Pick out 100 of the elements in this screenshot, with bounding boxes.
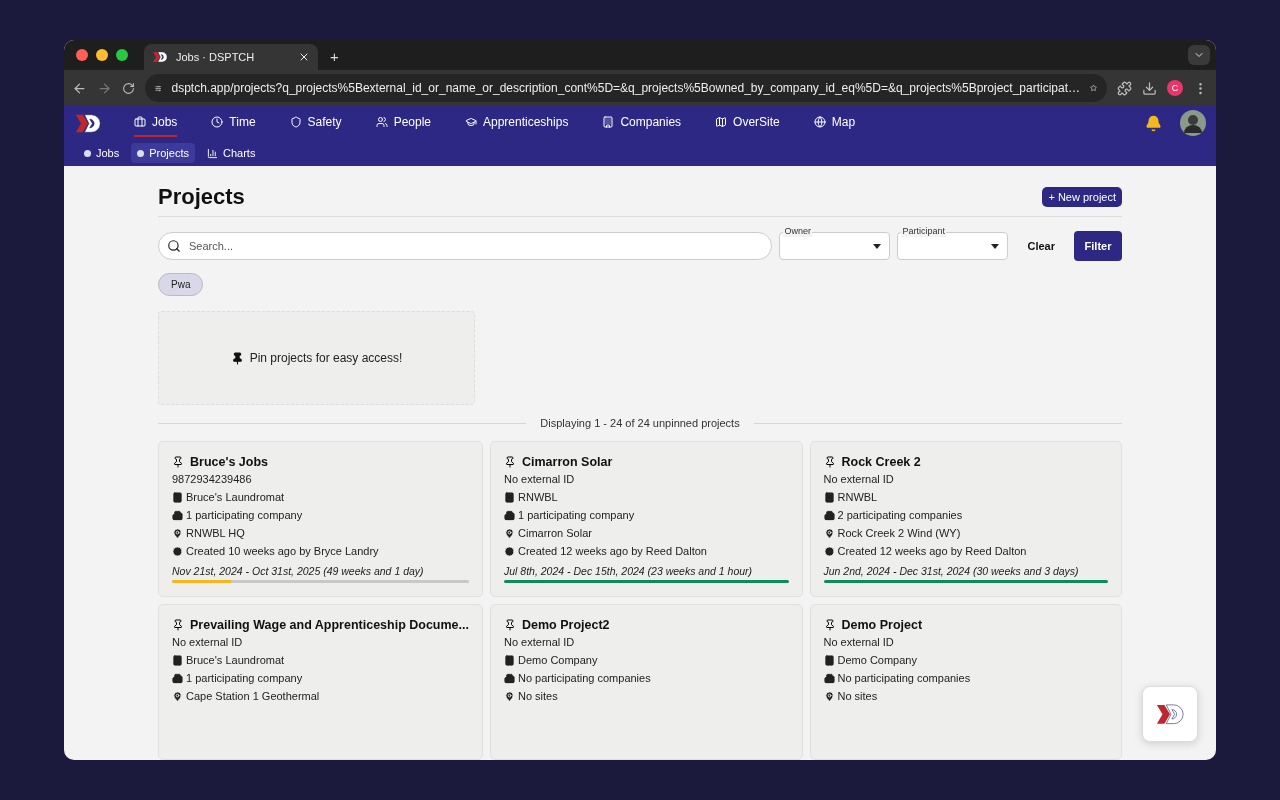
subnav-tab[interactable]: Charts [201, 143, 262, 163]
nav-tab[interactable]: Map [813, 109, 856, 137]
clear-button[interactable]: Clear [1015, 232, 1067, 260]
company-text: Demo Company [837, 653, 917, 668]
dot-icon [84, 149, 91, 157]
location-pin-icon [504, 691, 515, 702]
project-card[interactable]: Prevailing Wage and Apprenticeship Docume... No external ID Bruce's Laundromat 1 participating company Cape Station 1 Geothermal [158, 604, 483, 760]
download-icon[interactable] [1142, 80, 1157, 96]
external-id-text: 9872934239486 [172, 472, 253, 487]
tag-chip[interactable]: Pwa [158, 273, 204, 296]
pin-icon[interactable] [504, 619, 516, 631]
subnav-tab[interactable]: Projects [131, 143, 195, 163]
project-name: Cimarron Solar [522, 455, 613, 469]
nav-tab[interactable]: OverSite [715, 109, 780, 137]
site-text: No sites [518, 689, 558, 704]
participants-text: No participating companies [837, 671, 971, 686]
external-id-text: No external ID [823, 472, 895, 487]
project-name: Rock Creek 2 [841, 455, 921, 469]
company-text: Demo Company [518, 653, 598, 668]
notification-bell-icon[interactable] [1145, 114, 1162, 132]
project-card[interactable]: Rock Creek 2 No external ID RNWBL 2 participating companies Rock Creek 2 Wind (WY) Created 12 weeks ago by Reed Dalton Jun 2nd, 2024 - Dec 31st, 2024 (30 weeks and 3 days) [809, 441, 1122, 597]
briefcase-icon [134, 116, 146, 128]
tab-search-button[interactable] [1188, 45, 1210, 65]
participants-text: 1 participating company [186, 671, 303, 686]
pin-icon[interactable] [504, 456, 516, 468]
participants-text: 2 participating companies [837, 508, 963, 523]
nav-tab[interactable]: Companies [602, 109, 682, 137]
pin-icon[interactable] [823, 456, 836, 468]
close-icon[interactable] [298, 51, 310, 63]
location-pin-icon [504, 528, 515, 539]
pin-icon[interactable] [172, 456, 184, 468]
pin-icon[interactable] [172, 619, 184, 631]
field-label: Owner [783, 226, 812, 237]
location-pin-icon [823, 528, 835, 539]
nav-tab[interactable]: Safety [289, 109, 342, 137]
search-icon [167, 239, 181, 253]
project-card[interactable]: Cimarron Solar No external ID RNWBL 1 participating company Cimarron Solar Created 12 weeks ago by Reed Dalton Jul 8th, 2024 - Dec 15th, 2024 (23 weeks and 1 hour) [490, 441, 803, 597]
date-range-text: Jul 8th, 2024 - Dec 15th, 2024 (23 weeks and 1 hour) [504, 565, 754, 577]
created-text: Created 12 weeks ago by Reed Dalton [518, 544, 707, 559]
site-text: RNWBL HQ [186, 526, 245, 541]
external-id-text: No external ID [504, 635, 576, 650]
location-pin-icon [172, 691, 183, 702]
created-text: Created 10 weeks ago by Bryce Landry [186, 544, 379, 559]
user-avatar[interactable] [1180, 110, 1206, 136]
site-text: No sites [837, 689, 878, 704]
people-icon [375, 116, 388, 128]
site-text: Cape Station 1 Geothermal [186, 689, 320, 704]
participants-text: No participating companies [518, 671, 651, 686]
date-range-text: Jun 2nd, 2024 - Dec 31st, 2024 (30 weeks and 3 days) [823, 565, 1080, 577]
external-id-text: No external ID [172, 635, 244, 650]
project-card[interactable]: Demo Project2 No external ID Demo Company No participating companies No sites [490, 604, 803, 760]
nav-tab[interactable]: Apprenticeships [465, 109, 569, 137]
company-text: Bruce's Laundromat [186, 490, 285, 505]
pin-icon [230, 351, 244, 365]
company-text: RNWBL [837, 490, 878, 505]
back-icon[interactable] [72, 80, 87, 96]
profile-avatar[interactable]: C [1167, 80, 1183, 96]
globe-icon [813, 116, 826, 128]
search-field[interactable]: Search... [158, 232, 773, 260]
subnav-tab[interactable]: Jobs [78, 143, 126, 163]
extensions-icon[interactable] [1117, 80, 1132, 96]
forward-icon[interactable] [97, 80, 112, 96]
graduation-cap-icon [465, 116, 477, 128]
bar-chart-icon [207, 147, 218, 159]
new-tab-button[interactable]: + [330, 44, 339, 70]
company-text: RNWBL [518, 490, 558, 505]
nav-tab[interactable]: Jobs [134, 109, 178, 137]
project-name: Demo Project2 [522, 618, 610, 632]
dsptch-logo-icon [1155, 702, 1185, 726]
map-icon [715, 116, 728, 128]
pin-hint-text: Pin projects for easy access! [249, 351, 403, 365]
dot-icon [137, 149, 145, 157]
filter-button[interactable]: Filter [1074, 231, 1122, 261]
page-title: Projects [158, 184, 245, 210]
participants-text: 1 participating company [186, 508, 303, 523]
project-card[interactable]: Demo Project No external ID Demo Company No participating companies No sites [809, 604, 1122, 760]
project-name: Demo Project [841, 618, 923, 632]
zoom-window-icon[interactable] [116, 49, 128, 61]
reload-icon[interactable] [122, 81, 135, 95]
created-text: Created 12 weeks ago by Reed Dalton [837, 544, 1027, 559]
shield-icon [289, 116, 302, 128]
nav-tab[interactable]: People [375, 109, 431, 137]
tab-logo-icon [152, 51, 168, 63]
minimize-window-icon[interactable] [96, 49, 108, 61]
project-card[interactable]: Bruce's Jobs 9872934239486 Bruce's Laundromat 1 participating company RNWBL HQ Created 10 weeks ago by Bryce Landry Nov 21st, 2024 - Oct 31st, 2025 (49 weeks and 1 day) [158, 441, 483, 597]
dsptch-widget-button[interactable] [1142, 686, 1198, 742]
site-text: Rock Creek 2 Wind (WY) [837, 526, 961, 541]
pin-icon[interactable] [823, 619, 836, 631]
external-id-text: No external ID [504, 472, 576, 487]
company-text: Bruce's Laundromat [186, 653, 285, 668]
project-name: Prevailing Wage and Apprenticeship Docume... [190, 618, 469, 632]
caret-icon [873, 243, 882, 249]
participants-text: 1 participating company [518, 508, 635, 523]
nav-tab[interactable]: Time [211, 109, 256, 137]
browser-tab[interactable]: Jobs · DSPTCH [144, 44, 318, 70]
new-project-button[interactable]: + New project [1042, 187, 1122, 207]
address-bar[interactable]: dsptch.app/projects?q_projects%5Bexternal_id_or_name_or_description_cont%5D=&q_projects%5Bowned_by_company_id_eq%5D=&q_projects%5Bproject_participat… [145, 74, 1107, 102]
close-window-icon[interactable] [76, 49, 88, 61]
dsptch-logo-icon [74, 112, 102, 134]
field-label: Participant [901, 226, 946, 237]
